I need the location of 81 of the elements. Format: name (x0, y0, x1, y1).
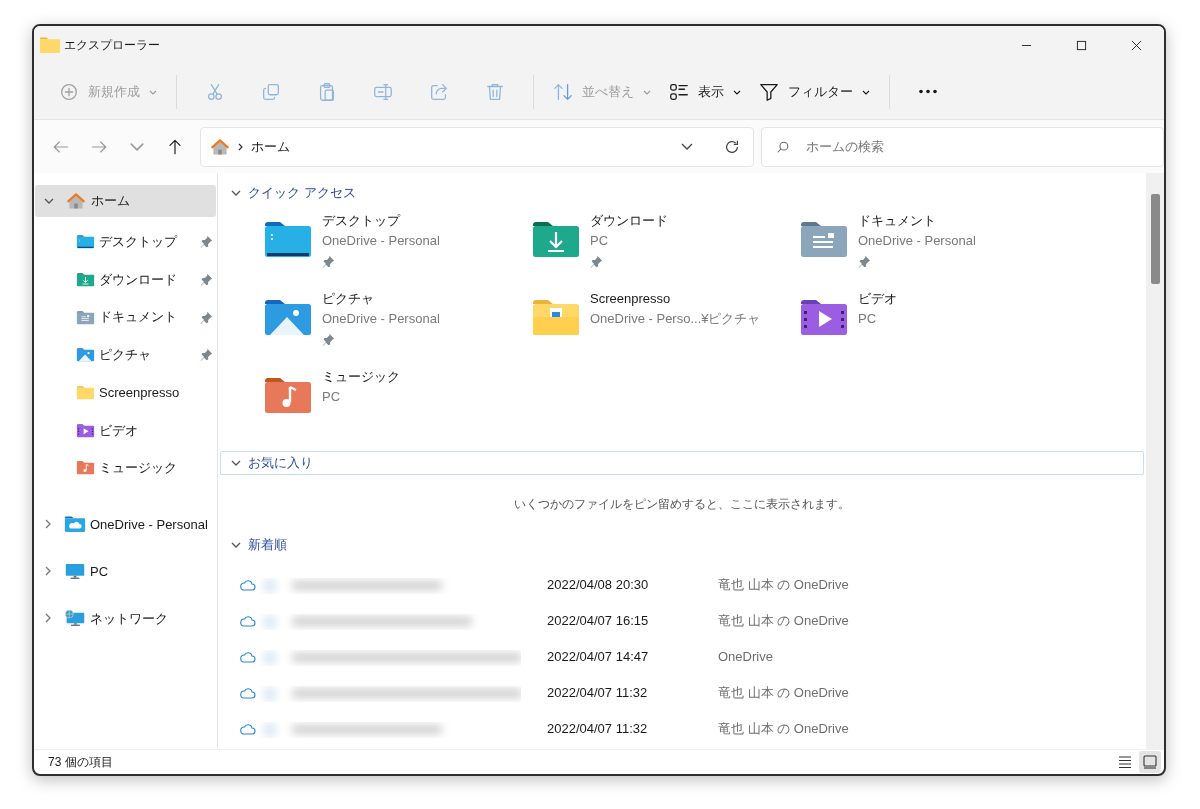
folder-icon (799, 297, 849, 337)
section-header[interactable]: お気に入り (220, 451, 1144, 475)
folder-location: OneDrive - Personal (322, 310, 440, 328)
modified-date: 2022/04/07 16:15 (547, 612, 650, 631)
modified-date: 2022/04/07 11:32 (547, 684, 649, 703)
sidebar-item[interactable]: Screenpresso (34, 373, 213, 412)
home-icon (65, 192, 87, 210)
window-title: エクスプローラー (64, 37, 160, 54)
sidebar-item[interactable]: ホーム (35, 185, 216, 217)
file-location: 竜也 山本 の OneDrive (718, 612, 849, 631)
sidebar-item[interactable]: ドキュメント (34, 298, 213, 337)
large-icons-view-icon (1142, 754, 1158, 770)
folder-location: OneDrive - Personal (322, 232, 440, 250)
address-bar[interactable]: ホーム (200, 126, 754, 167)
search-field[interactable]: ホームの検索 (804, 127, 1163, 166)
folder-icon (263, 375, 313, 415)
sidebar-item[interactable]: ビデオ (34, 411, 213, 450)
folder-name[interactable]: ビデオ (858, 289, 897, 309)
section-header[interactable]: クイック アクセス (220, 181, 1144, 205)
sidebar-item[interactable]: デスクトップ (34, 223, 213, 261)
folder-icon (263, 297, 313, 337)
cloud-icon (240, 651, 256, 663)
item-count: 73 個の項目 (48, 754, 113, 771)
folder-name[interactable]: ダウンロード (590, 211, 668, 231)
folder-icon (76, 272, 95, 288)
folder-icon (263, 219, 313, 259)
folder-location: PC (858, 310, 878, 328)
computer-icon (64, 562, 86, 581)
folder-name[interactable]: ドキュメント (858, 211, 976, 231)
search-icon (776, 139, 790, 154)
home-icon (209, 136, 231, 157)
scrollbar-thumb[interactable] (1150, 194, 1160, 284)
close-icon (1131, 39, 1142, 51)
folder-name[interactable]: Screenpresso (590, 289, 761, 309)
folder-name[interactable]: ミュージック (322, 367, 400, 387)
folder-location: OneDrive - Perso...¥ピクチャ (590, 310, 761, 328)
maximize-icon (1076, 39, 1087, 51)
search-box[interactable]: ホームの検索 (761, 126, 1164, 167)
file-location: 竜也 山本 の OneDrive (718, 576, 849, 595)
file-location: 竜也 山本 の OneDrive (718, 720, 849, 739)
file-location: OneDrive (718, 648, 773, 667)
view-button[interactable]: 表示 (660, 71, 750, 112)
folder-icon (76, 422, 95, 438)
folder-location: PC (322, 388, 342, 406)
cloud-icon (240, 615, 256, 627)
cloud-icon (240, 723, 256, 735)
folder-icon (531, 297, 581, 337)
cloud-icon (240, 579, 256, 591)
folder-name[interactable]: デスクトップ (322, 211, 440, 231)
folder-icon (799, 219, 849, 259)
modified-date: 2022/04/07 11:32 (547, 720, 649, 739)
modified-date: 2022/04/08 20:30 (547, 576, 650, 595)
folder-icon (76, 460, 95, 476)
breadcrumb-separator-icon (237, 141, 245, 152)
section-header[interactable]: 新着順 (220, 533, 1144, 557)
file-location: 竜也 山本 の OneDrive (718, 684, 849, 703)
sidebar-item[interactable]: ネットワーク (34, 594, 217, 642)
folder-location: OneDrive - Personal (858, 232, 976, 250)
folder-icon (76, 385, 95, 401)
folder-icon (76, 347, 95, 363)
folder-icon (39, 36, 61, 54)
tiles-view-button[interactable] (1139, 751, 1161, 773)
sidebar-item[interactable]: ミュージック (34, 449, 213, 487)
sidebar-item[interactable]: ダウンロード (34, 260, 213, 299)
folder-icon (76, 309, 95, 325)
empty-message: いくつかのファイルをピン留めすると、ここに表示されます。 (514, 496, 850, 513)
sidebar-item[interactable]: OneDrive - Personal (34, 500, 217, 548)
scrollbar[interactable] (1146, 173, 1164, 749)
folder-icon (531, 219, 581, 259)
cloud-folder-icon (64, 515, 86, 534)
breadcrumb[interactable]: ホーム (251, 136, 290, 157)
folder-name[interactable]: ピクチャ (322, 289, 440, 309)
sidebar-item[interactable]: ピクチャ (34, 336, 213, 374)
computer-icon (64, 609, 86, 628)
cloud-icon (240, 687, 256, 699)
sidebar-item[interactable]: PC (34, 547, 217, 595)
details-view-icon (1117, 754, 1133, 770)
modified-date: 2022/04/07 14:47 (547, 648, 650, 667)
filter-button[interactable]: フィルター (750, 71, 879, 112)
folder-icon (76, 234, 95, 250)
folder-location: PC (590, 232, 610, 250)
